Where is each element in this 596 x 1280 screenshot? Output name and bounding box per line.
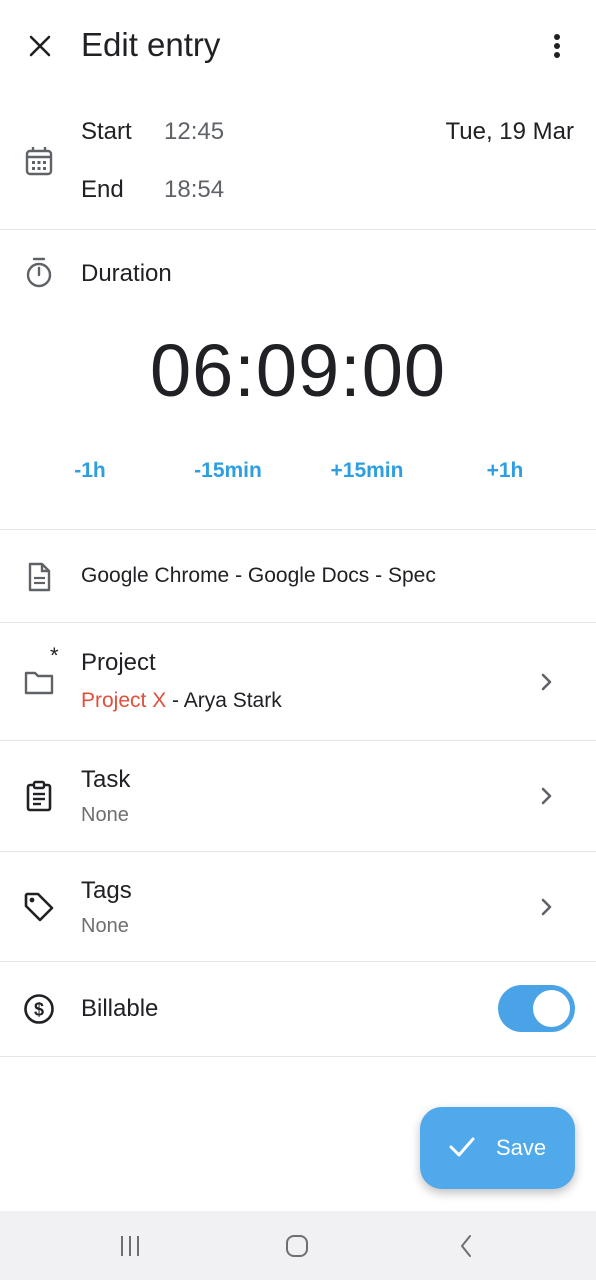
home-button[interactable] — [277, 1231, 317, 1261]
billable-row: $ Billable — [0, 962, 596, 1057]
save-button[interactable]: Save — [420, 1107, 575, 1189]
more-options-button[interactable] — [540, 26, 574, 66]
folder-icon — [22, 665, 56, 699]
start-label: Start — [81, 118, 132, 145]
project-name: Project X — [81, 689, 167, 712]
task-value: None — [81, 804, 129, 826]
check-icon — [449, 1137, 475, 1157]
chevron-right-icon — [532, 893, 560, 921]
plus-15min-button[interactable]: +15min — [297, 459, 437, 483]
task-label: Task — [81, 766, 131, 793]
tags-label: Tags — [81, 877, 132, 904]
date-value[interactable]: Tue, 19 Mar — [446, 118, 575, 146]
chevron-right-icon — [532, 668, 560, 696]
back-button[interactable] — [446, 1231, 486, 1261]
billable-toggle[interactable] — [498, 985, 575, 1032]
billable-label: Billable — [81, 995, 159, 1022]
duration-value[interactable]: 06:09:00 — [0, 328, 596, 413]
recent-apps-button[interactable] — [110, 1231, 150, 1261]
back-icon — [461, 1235, 471, 1257]
more-vert-icon — [554, 34, 560, 58]
project-client: - Arya Stark — [166, 689, 282, 712]
end-time-value[interactable]: 18:54 — [164, 176, 224, 204]
tags-value: None — [81, 915, 129, 937]
start-time-value[interactable]: 12:45 — [164, 118, 224, 146]
time-range-section: Start 12:45 Tue, 19 Mar End 18:54 — [0, 92, 596, 230]
home-icon — [286, 1235, 308, 1257]
tags-row[interactable]: Tags None — [0, 852, 596, 962]
app-bar: Edit entry — [0, 0, 596, 92]
duration-section: Duration 06:09:00 -1h -15min +15min +1h — [0, 230, 596, 530]
toggle-knob — [533, 990, 570, 1027]
document-icon — [22, 560, 56, 594]
chevron-right-icon — [532, 782, 560, 810]
close-button[interactable] — [20, 26, 60, 66]
project-label: Project — [81, 649, 156, 676]
dollar-icon: $ — [22, 992, 56, 1026]
save-label: Save — [496, 1135, 547, 1160]
clipboard-icon — [22, 779, 56, 813]
duration-label: Duration — [81, 260, 172, 287]
end-label: End — [81, 176, 124, 203]
project-value: Project X - Arya Stark — [81, 689, 282, 713]
description-row[interactable]: Google Chrome - Google Docs - Spec — [0, 530, 596, 623]
calendar-icon — [22, 144, 56, 178]
minus-1h-button[interactable]: -1h — [20, 459, 160, 483]
page-title: Edit entry — [81, 26, 221, 63]
stopwatch-icon — [22, 256, 56, 290]
svg-text:$: $ — [34, 1000, 44, 1020]
tag-icon — [22, 890, 56, 924]
description-text: Google Chrome - Google Docs - Spec — [81, 564, 436, 587]
task-row[interactable]: Task None — [0, 741, 596, 852]
minus-15min-button[interactable]: -15min — [158, 459, 298, 483]
project-row[interactable]: * Project Project X - Arya Stark — [0, 623, 596, 741]
system-navigation-bar — [0, 1211, 596, 1280]
plus-1h-button[interactable]: +1h — [435, 459, 575, 483]
recent-apps-icon — [121, 1236, 139, 1256]
required-asterisk: * — [50, 643, 59, 668]
close-icon — [29, 35, 51, 57]
